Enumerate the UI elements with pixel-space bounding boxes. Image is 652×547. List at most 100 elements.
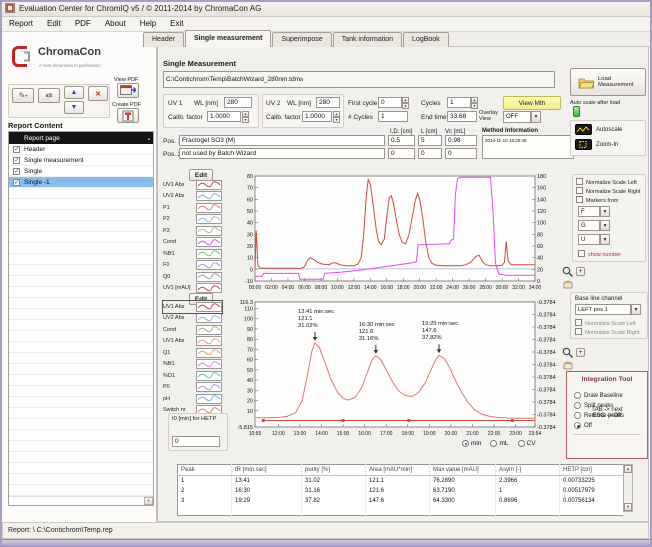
first-cycle-spinner[interactable]: ▲▼	[402, 97, 409, 108]
hetp-input[interactable]: 0	[172, 436, 220, 447]
marker-u-dropdown[interactable]: U	[578, 234, 600, 245]
first-cycle-input[interactable]: 0	[378, 97, 402, 108]
load-measurement-button[interactable]: Load Measurement	[570, 68, 646, 96]
legend-line-icon[interactable]	[196, 336, 222, 346]
menu-pdf[interactable]: PDF	[68, 17, 98, 31]
legend-item[interactable]: pH	[163, 393, 222, 405]
split-peaks-radio[interactable]	[574, 402, 581, 409]
peak-table-scrollbar[interactable]: ▲ ▼	[623, 464, 633, 512]
legend-item[interactable]: P3	[163, 225, 222, 237]
menu-about[interactable]: About	[98, 17, 133, 31]
pos1-vc-field[interactable]: 0.98	[445, 135, 477, 146]
legend-line-icon[interactable]	[196, 272, 222, 282]
menu-edit[interactable]: Edit	[40, 17, 68, 31]
legend-line-icon[interactable]	[196, 382, 222, 392]
off-radio[interactable]	[574, 422, 581, 429]
view-mth-button[interactable]: View Mth	[503, 96, 561, 110]
pan-hand-icon[interactable]	[562, 279, 573, 289]
legend-item[interactable]: P1	[163, 202, 222, 214]
autoscale-button[interactable]	[575, 124, 592, 135]
overview-chart[interactable]: 00:0002:0004:0006:0008:0010:0012:0014:00…	[225, 166, 585, 294]
page-checkbox[interactable]: ✓	[13, 146, 20, 153]
pos2-id-field[interactable]: 0	[388, 148, 415, 159]
autoscale-after-load-toggle[interactable]	[573, 106, 580, 117]
legend-item[interactable]: UV1 Abs	[163, 301, 222, 313]
pan-hand-icon[interactable]	[562, 360, 573, 370]
pos1-name-field[interactable]: Fractogel SO3 (M)	[179, 135, 385, 146]
legend-line-icon[interactable]	[196, 371, 222, 381]
marker-f-dropdown[interactable]: F	[578, 206, 600, 217]
zoom-plus-button[interactable]: +	[576, 348, 585, 357]
menu-exit[interactable]: Exit	[163, 17, 190, 31]
legend-line-icon[interactable]	[196, 348, 222, 358]
legend-line-icon[interactable]	[196, 260, 222, 270]
uv1-calib-input[interactable]: 1.0000	[207, 111, 241, 122]
title-bar[interactable]: Evaluation Center for ChromIQ v5 / © 201…	[0, 0, 652, 17]
move-up-button[interactable]: ▲	[64, 86, 84, 99]
legend-item[interactable]: Cond	[163, 324, 222, 336]
legend-item[interactable]: UV1 Abs	[163, 179, 222, 191]
markers-from-checkbox[interactable]	[576, 196, 583, 203]
legend-item[interactable]: %B1	[163, 248, 222, 260]
zoom-in-button[interactable]	[575, 139, 592, 150]
legend-item[interactable]: Q1	[163, 347, 222, 359]
legend-item[interactable]: F0	[163, 260, 222, 272]
baseline-channel-arrow[interactable]: ▼	[631, 304, 641, 315]
legend-line-icon[interactable]	[196, 313, 222, 323]
legend-item[interactable]: Cond	[163, 237, 222, 249]
view-pdf-button[interactable]	[117, 83, 139, 98]
tab-logbook[interactable]: LogBook	[403, 32, 449, 47]
legend-line-icon[interactable]	[196, 325, 222, 335]
scroll-up-icon[interactable]: ▲	[147, 136, 151, 141]
marker-g-dropdown[interactable]: G	[578, 220, 600, 231]
overlay-dropdown-arrow[interactable]: ▼	[531, 111, 541, 123]
marker-u-arrow[interactable]: ▼	[600, 234, 610, 245]
end-time-input[interactable]: 33.68	[447, 111, 477, 122]
page-checkbox[interactable]: ✓	[13, 179, 20, 186]
tab-header[interactable]: Header	[143, 32, 184, 47]
legend-line-icon[interactable]	[196, 191, 222, 201]
unit-radio-CV[interactable]: CV	[518, 440, 536, 447]
show-number-checkbox[interactable]	[578, 250, 585, 257]
tab-superimpose[interactable]: Superimpose	[272, 32, 331, 47]
pos2-vc-field[interactable]: 0	[445, 148, 477, 159]
report-page-row[interactable]: ✓Header	[9, 144, 153, 155]
magnifier-icon[interactable]	[562, 347, 574, 359]
uv2-calib-spinner[interactable]: ▲▼	[333, 111, 340, 122]
legend-line-icon[interactable]	[196, 302, 222, 312]
marker-f-arrow[interactable]: ▼	[600, 206, 610, 217]
draw-baseline-radio[interactable]	[574, 392, 581, 399]
legend-item[interactable]: P2	[163, 214, 222, 226]
rename-button[interactable]: a|b	[38, 88, 60, 103]
peak-table-row[interactable]: 113:4131.02121.176.28902.39660.00733225	[178, 476, 624, 486]
pos2-l-field[interactable]: 0	[418, 148, 442, 159]
uv1-calib-spinner[interactable]: ▲▼	[242, 111, 249, 122]
pos2-name-field[interactable]: not used by Batch Wizard	[179, 148, 385, 159]
peak-table[interactable]: PeaktR [min:sec]purity [%]Area [mAU*min]…	[177, 464, 624, 516]
page-checkbox[interactable]: ✓	[13, 168, 20, 175]
legend-line-icon[interactable]	[196, 359, 222, 369]
magnifier-icon[interactable]	[562, 266, 574, 278]
legend-line-icon[interactable]	[196, 237, 222, 247]
legend-item[interactable]: %B1	[163, 359, 222, 371]
legend-item[interactable]: UV1 Abs	[163, 336, 222, 348]
report-page-row[interactable]: ✓Single	[9, 166, 153, 177]
legend-item[interactable]: %D1	[163, 370, 222, 382]
scroll-down-icon[interactable]: ▼	[624, 503, 632, 511]
peak-table-row[interactable]: 319:2937.82147.664.33000.86960.00756134	[178, 496, 624, 506]
zoom-plus-button[interactable]: +	[576, 267, 585, 276]
create-pdf-button[interactable]	[117, 108, 139, 123]
bl-normalize-right-checkbox[interactable]	[575, 328, 582, 335]
file-path-field[interactable]: C:\Contichrom\Temp\BatchWizard_280nm.tdm…	[163, 71, 555, 88]
baseline-channel-dropdown[interactable]: LEFT pos 1	[575, 304, 631, 315]
marker-g-arrow[interactable]: ▼	[600, 220, 610, 231]
overlay-view-dropdown[interactable]: OFF	[503, 111, 531, 123]
unit-radio-mL[interactable]: mL	[490, 440, 508, 447]
report-page-row[interactable]: ✓Single -1	[9, 177, 153, 188]
pos1-id-field[interactable]: 0.5	[388, 135, 415, 146]
move-down-button[interactable]: ▼	[64, 101, 84, 114]
uv2-wl-input[interactable]: 280	[316, 97, 340, 108]
legend-line-icon[interactable]	[196, 226, 222, 236]
edit-pen-button[interactable]: ✎▾	[12, 88, 34, 103]
num-cycles-input[interactable]: 1	[378, 111, 408, 122]
